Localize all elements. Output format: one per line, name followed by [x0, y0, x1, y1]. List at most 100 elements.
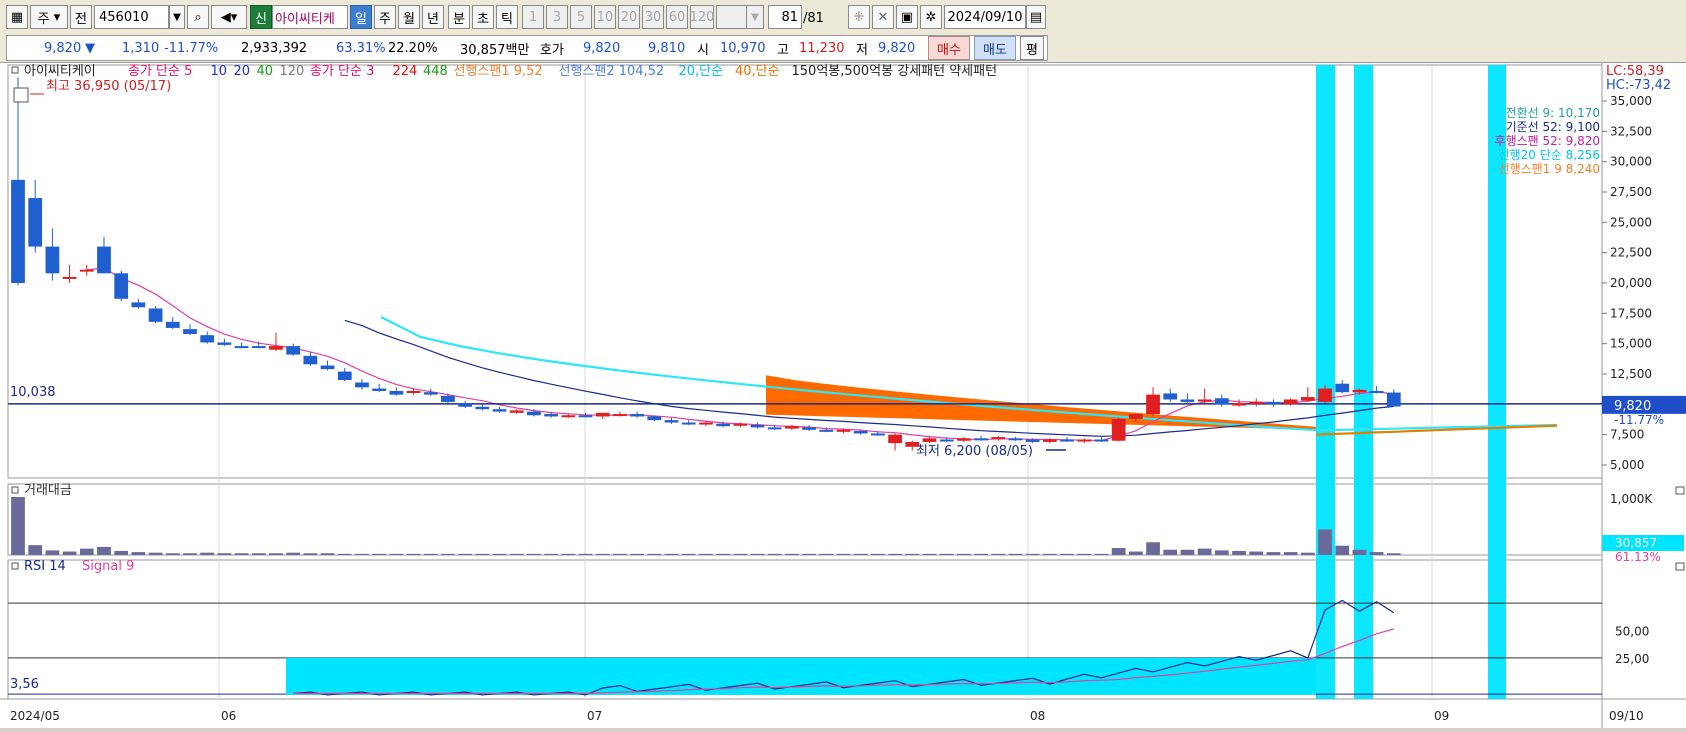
quote-hoga-label: 호가 — [540, 42, 564, 58]
tab-period-day[interactable]: 일 — [350, 5, 372, 29]
interval-5[interactable]: 5 — [570, 5, 592, 29]
stock-code-input[interactable]: 456010 — [94, 5, 169, 29]
ichimoku-label: 기준선 52: 9,100 — [1506, 120, 1600, 134]
volume-bar — [716, 553, 730, 555]
volume-bar — [1386, 553, 1401, 555]
speaker-icon[interactable]: ◀▾ — [211, 5, 247, 29]
market-select[interactable]: 주 ▾ — [30, 5, 68, 29]
chart-area[interactable]: 35,000 32,500 30,000 27,500 25,000 22,500 20,0… — [0, 62, 1686, 728]
candle-body — [664, 420, 679, 423]
legend-item: 20 — [234, 64, 251, 79]
quote-high-label: 고 — [777, 42, 789, 58]
interval-120[interactable]: 120 — [690, 5, 714, 29]
x-axis-label: 06 — [221, 709, 236, 723]
volume-bar — [870, 553, 885, 555]
interval-20[interactable]: 20 — [618, 5, 640, 29]
volume-bar — [1077, 553, 1092, 555]
menu-icon[interactable]: ▦ — [6, 5, 28, 29]
chart-svg[interactable]: 35,000 32,500 30,000 27,500 25,000 22,500 20,0… — [0, 63, 1686, 728]
volume-bar — [1283, 552, 1298, 555]
legend-item: 40,단순 — [735, 64, 780, 79]
hc-label: HC:-73,42 — [1606, 78, 1671, 93]
y-tick-label: 5,000 — [1610, 458, 1644, 472]
volume-bar — [1025, 553, 1040, 555]
interval-1[interactable]: 1 — [522, 5, 544, 29]
volume-bar — [1214, 550, 1229, 555]
y-tick-label: 12,500 — [1610, 367, 1652, 381]
count-total: /81 — [803, 10, 824, 26]
volume-bar — [1300, 552, 1315, 555]
gear-icon[interactable]: ✲ — [920, 5, 942, 29]
candle-body — [802, 427, 816, 430]
tab-period-month[interactable]: 월 — [398, 5, 420, 29]
panel-collapse-icon[interactable] — [1675, 562, 1685, 571]
stock-name-field[interactable]: 아이씨티케 — [272, 5, 348, 29]
candle-body — [355, 382, 369, 388]
volume-bar — [251, 553, 266, 555]
candle-body — [836, 429, 851, 432]
tab-period-year[interactable]: 년 — [422, 5, 444, 29]
candle-body — [45, 246, 60, 274]
volume-bar — [183, 553, 197, 555]
code-dropdown-icon[interactable]: ▼ — [169, 5, 185, 29]
candle-body — [956, 438, 971, 441]
new-listing-badge: 신 — [250, 5, 272, 29]
avg-button[interactable]: 평 — [1020, 36, 1044, 60]
date-input[interactable]: 2024/09/10 — [944, 5, 1026, 29]
interval-30[interactable]: 30 — [642, 5, 664, 29]
interval-10[interactable]: 10 — [594, 5, 616, 29]
volume-bar — [699, 553, 713, 555]
volume-bar — [62, 551, 77, 555]
candle-body — [28, 198, 43, 247]
volume-bar — [1180, 549, 1195, 555]
candle-body — [1146, 394, 1160, 415]
legend-item: 448 — [423, 64, 448, 79]
candle-body — [251, 346, 266, 349]
save-icon[interactable]: ▣ — [896, 5, 918, 29]
candle-body — [303, 355, 318, 365]
volume-bar — [28, 545, 43, 555]
volume-panel-title: 거래대금 — [24, 483, 72, 498]
y-tick-label: 32,500 — [1610, 124, 1652, 138]
quote-ask: 9,820 — [583, 40, 621, 56]
candle-body — [1283, 399, 1298, 405]
volume-bar — [337, 553, 352, 555]
ichimoku-label: 선행20 단순 8,256 — [1499, 147, 1600, 162]
candle-body — [1232, 403, 1246, 406]
y-tick-label: 7,500 — [1610, 428, 1644, 442]
calendar-icon[interactable]: ▤ — [1026, 5, 1046, 29]
search-icon[interactable]: ⌕ — [187, 5, 209, 29]
tab-tick[interactable]: 틱 — [496, 5, 518, 29]
chevron-down-icon[interactable]: ▼ — [746, 5, 764, 29]
quote-bar: 9,820 ▼ 1,310 -11.77% 2,933,392 63.31% 2… — [0, 34, 1686, 62]
panel-collapse-icon[interactable] — [1675, 486, 1685, 495]
count-input[interactable]: 81 — [768, 5, 802, 29]
candle-body — [613, 414, 627, 417]
prefix-button[interactable]: 전 — [70, 5, 92, 29]
candle-body — [423, 392, 438, 395]
tool-icon[interactable]: ⁜ — [848, 5, 870, 29]
buy-button[interactable]: 매수 — [928, 36, 970, 60]
interval-60[interactable]: 60 — [666, 5, 688, 29]
candle-body — [561, 415, 576, 418]
tab-period-week[interactable]: 주 — [374, 5, 396, 29]
calendar-icon[interactable] — [13, 87, 29, 103]
candle-body — [853, 431, 868, 434]
volume-bar — [1266, 552, 1281, 555]
candle-body — [1249, 401, 1264, 404]
candle-body — [1163, 393, 1178, 400]
volume-bar — [1042, 553, 1057, 555]
volume-pct-label: 61.13% — [1615, 550, 1661, 564]
interval-3[interactable]: 3 — [546, 5, 568, 29]
volume-bar — [922, 553, 937, 555]
candle-body — [165, 321, 180, 328]
ichimoku-label: 후행스팬 52: 9,820 — [1495, 133, 1600, 148]
y-tick-label: 35,000 — [1610, 94, 1652, 108]
legend-item: 선행스팬2 104,52 — [559, 63, 665, 79]
crosshair-icon[interactable]: ✕ — [872, 5, 894, 29]
tab-second[interactable]: 초 — [472, 5, 494, 29]
highlight-column — [1354, 65, 1373, 699]
sell-button[interactable]: 매도 — [974, 36, 1016, 60]
candle-body — [389, 390, 404, 395]
tab-minute[interactable]: 분 — [448, 5, 470, 29]
